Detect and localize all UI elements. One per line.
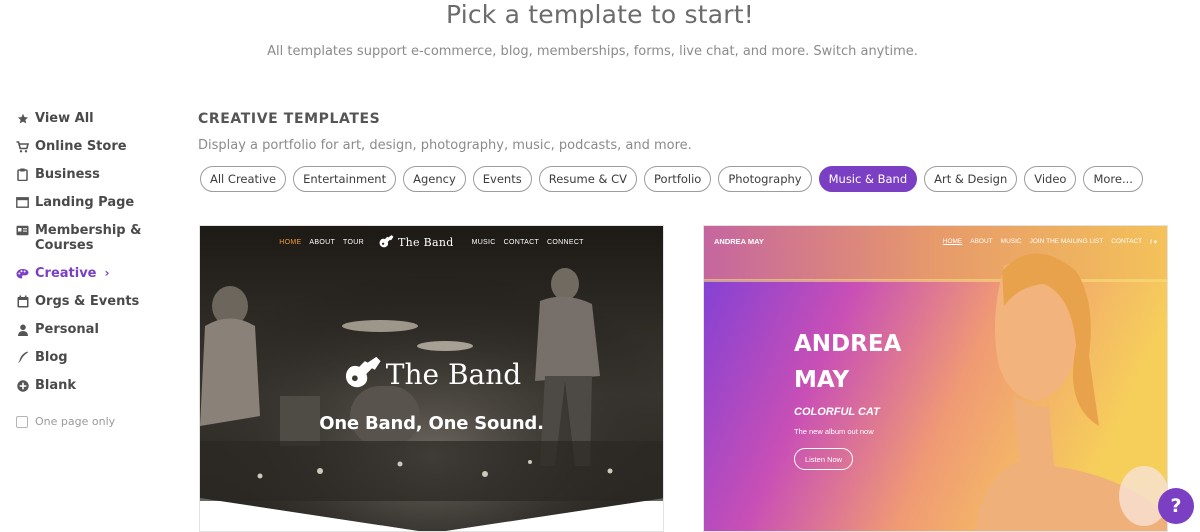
andrea-preview-name: ANDREA MAY [794,326,901,398]
sidebar-item-online-store[interactable]: Online Store [16,139,176,154]
cart-icon [16,140,29,153]
andrea-nav-brand: ANDREA MAY [714,237,764,246]
templates-panel: CREATIVE TEMPLATES Display a portfolio f… [198,111,1178,192]
filter-chips: All Creative Entertainment Agency Events… [200,166,1178,192]
section-title: CREATIVE TEMPLATES [198,111,381,127]
filter-chip-photography[interactable]: Photography [718,166,812,192]
one-page-only-checkbox[interactable] [16,415,28,428]
andrea-nav-links: HOME ABOUT MUSIC JOIN THE MAILING LIST C… [935,238,1157,246]
andrea-name-line1: ANDREA [794,331,902,357]
filter-chip-video[interactable]: Video [1024,166,1077,192]
plus-circle-icon [16,379,29,392]
band-preview-title: The Band [200,356,663,392]
band-preview-nav: HOME ABOUT TOUR The Band MUSIC CONTACT C… [200,235,663,249]
andrea-hero-image [704,226,1167,531]
filter-chip-music-band[interactable]: Music & Band [818,166,918,192]
band-nav-logo-text: The Band [397,235,454,249]
category-sidebar: View All Online Store Business Landing P… [16,111,176,428]
filter-chip-all-creative[interactable]: All Creative [200,166,287,192]
page-subtitle: All templates support e-commerce, blog, … [267,44,918,59]
filter-chip-more[interactable]: More... [1083,166,1143,192]
help-button[interactable]: ? [1158,488,1194,524]
andrea-name-line2: MAY [794,367,850,393]
sidebar-item-membership-courses[interactable]: Membership & Courses [16,223,176,253]
one-page-only-label: One page only [35,415,116,428]
sidebar-item-label: Business [35,167,100,182]
one-page-only-toggle[interactable]: One page only [16,415,176,428]
window-icon [16,196,29,209]
band-title-text: The Band [385,357,522,391]
sidebar-item-label: Orgs & Events [35,294,140,309]
sidebar-item-creative[interactable]: Creative › [16,266,176,281]
sidebar-item-blank[interactable]: Blank [16,378,176,393]
andrea-preview-nav: ANDREA MAY HOME ABOUT MUSIC JOIN THE MAI… [714,237,1157,246]
filter-chip-events[interactable]: Events [472,166,532,192]
andrea-nav-social: f ▾ [1150,238,1157,246]
sidebar-item-label: Personal [35,322,99,337]
person-icon [16,323,29,336]
filter-chip-resume-cv[interactable]: Resume & CV [538,166,638,192]
sidebar-item-business[interactable]: Business [16,167,176,182]
band-preview-tagline: One Band, One Sound. [319,413,544,434]
andrea-nav-music: MUSIC [1000,237,1022,245]
andrea-listen-button: Listen Now [794,448,854,470]
guitar-icon [345,356,381,388]
filter-chip-agency[interactable]: Agency [403,166,466,192]
band-nav-about: ABOUT [309,238,336,246]
sidebar-item-label: Blog [35,350,68,365]
guitar-icon [379,235,394,248]
filter-chip-entertainment[interactable]: Entertainment [293,166,397,192]
band-nav-music: MUSIC [471,238,496,246]
chevron-right-icon: › [104,266,110,280]
band-nav-logo: The Band [378,235,458,249]
andrea-nav-mailing-list: JOIN THE MAILING LIST [1029,237,1104,245]
section-description: Display a portfolio for art, design, pho… [198,138,692,153]
sidebar-item-label: Landing Page [35,195,135,210]
star-icon [16,112,29,125]
sidebar-item-personal[interactable]: Personal [16,322,176,337]
sidebar-item-view-all[interactable]: View All [16,111,176,126]
page-title: Pick a template to start! [445,0,754,29]
id-card-icon [16,224,29,237]
andrea-album-title: COLORFUL CAT [794,406,880,418]
andrea-nav-contact: CONTACT [1111,237,1143,245]
sidebar-item-blog[interactable]: Blog [16,350,176,365]
sidebar-item-landing-page[interactable]: Landing Page [16,195,176,210]
band-nav-contact: CONTACT [503,238,540,246]
sidebar-item-label: View All [35,111,94,126]
andrea-album-subtitle: The new album out now [794,427,874,436]
palette-icon [16,267,29,280]
band-nav-home: HOME [279,238,302,246]
filter-chip-portfolio[interactable]: Portfolio [644,166,712,192]
sidebar-item-label: Membership & Courses [35,223,142,253]
band-nav-tour: TOUR [343,238,364,246]
filter-chip-art-design[interactable]: Art & Design [924,166,1018,192]
sidebar-item-label: Blank [35,378,77,393]
sidebar-item-label: Creative [35,266,97,281]
sidebar-item-label: Online Store [35,139,127,154]
sidebar-item-orgs-events[interactable]: Orgs & Events [16,294,176,309]
calendar-icon [16,295,29,308]
band-nav-connect: CONNECT [547,238,584,246]
andrea-nav-home: HOME [942,237,963,245]
template-card-andrea-may[interactable]: ANDREA MAY HOME ABOUT MUSIC JOIN THE MAI… [703,225,1168,532]
andrea-nav-about: ABOUT [970,237,993,245]
template-card-the-band[interactable]: HOME ABOUT TOUR The Band MUSIC CONTACT C… [199,225,664,532]
clipboard-icon [16,168,29,181]
pen-icon [16,351,29,364]
